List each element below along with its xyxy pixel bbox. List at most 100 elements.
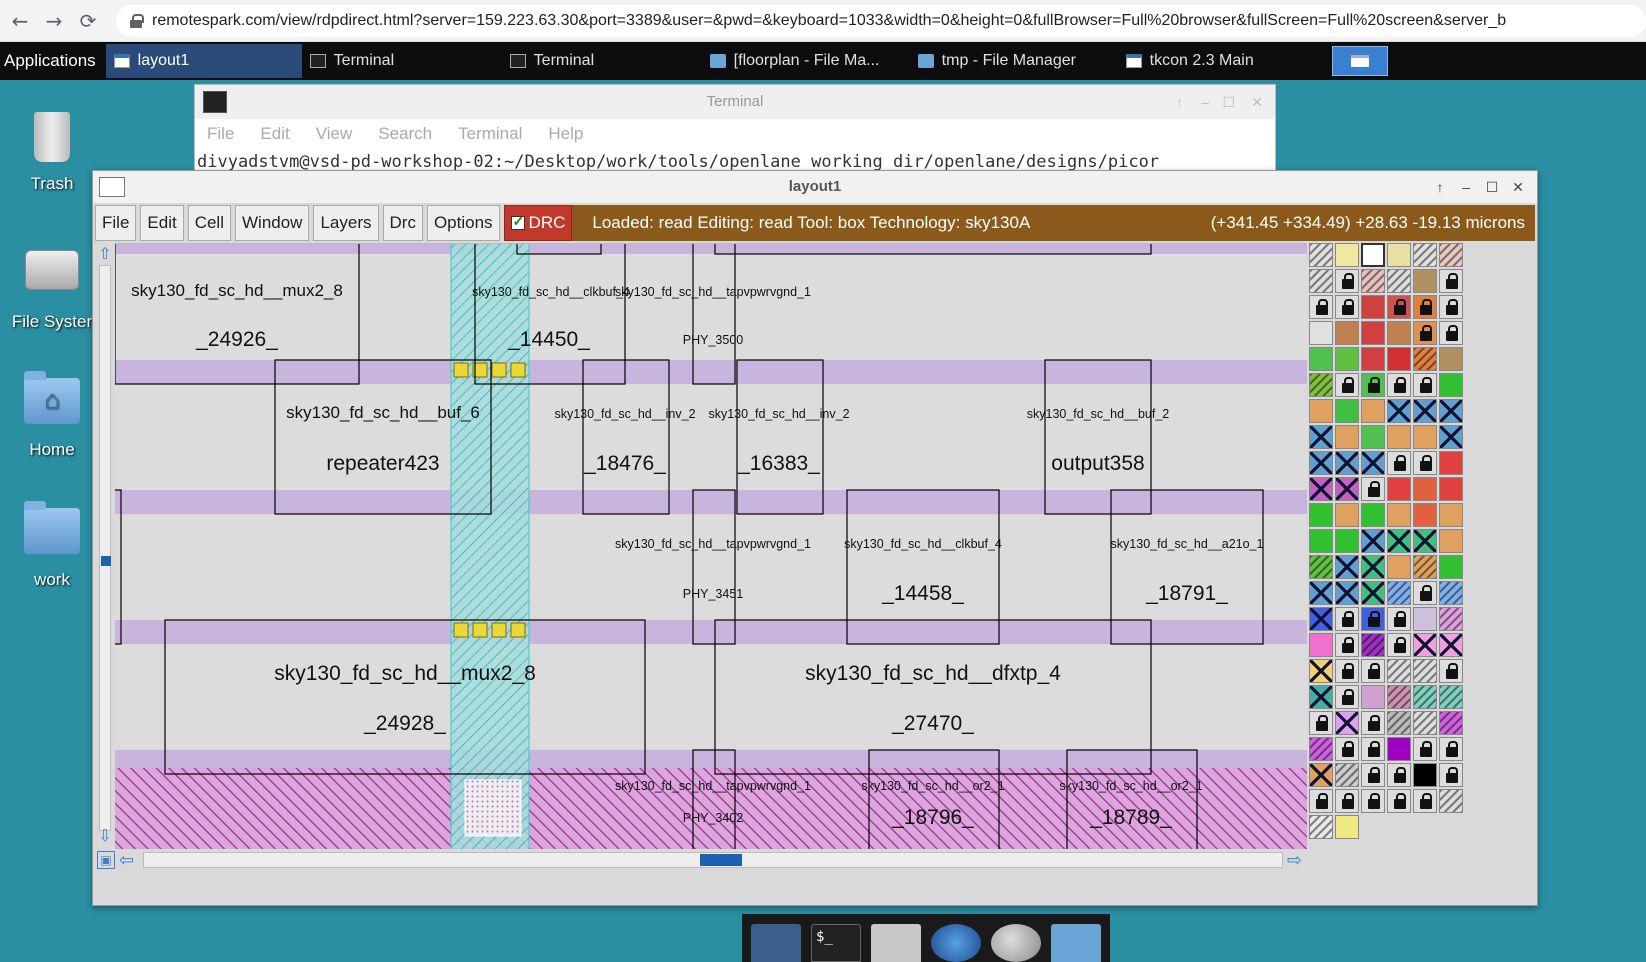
layer-lock-icon[interactable] xyxy=(1361,763,1385,787)
layer-lock-icon[interactable] xyxy=(1387,607,1411,631)
layer-lock-icon[interactable] xyxy=(1439,269,1463,293)
layer-lock-icon[interactable] xyxy=(1335,607,1359,631)
task-terminal-1[interactable]: Terminal xyxy=(302,44,502,78)
layer-swatch[interactable] xyxy=(1361,581,1385,605)
layer-swatch[interactable] xyxy=(1335,425,1359,449)
layer-swatch[interactable] xyxy=(1361,399,1385,423)
layout-titlebar[interactable]: layout1 ↑ – ☐ ✕ xyxy=(93,171,1537,203)
layer-swatch[interactable] xyxy=(1413,711,1437,735)
menu-drc[interactable]: Drc xyxy=(382,205,423,241)
menu-edit[interactable]: Edit xyxy=(140,205,184,241)
layer-lock-icon[interactable] xyxy=(1335,373,1359,397)
layer-lock-icon[interactable] xyxy=(1439,737,1463,761)
layer-swatch[interactable] xyxy=(1309,321,1333,345)
layer-lock-icon[interactable] xyxy=(1387,789,1411,813)
layer-swatch[interactable] xyxy=(1413,243,1437,267)
layer-swatch[interactable] xyxy=(1413,347,1437,371)
layer-lock-icon[interactable] xyxy=(1335,737,1359,761)
layer-swatch[interactable] xyxy=(1361,425,1385,449)
folder-icon[interactable] xyxy=(1051,924,1101,962)
layout-window[interactable]: layout1 ↑ – ☐ ✕ File Edit Cell Window La… xyxy=(92,170,1538,906)
layer-swatch[interactable] xyxy=(1439,529,1463,553)
layer-lock-icon[interactable] xyxy=(1335,295,1359,319)
desktop-icon-home[interactable]: Home xyxy=(0,370,104,460)
terminal-icon[interactable]: $_ xyxy=(811,924,861,962)
layer-swatch[interactable] xyxy=(1387,269,1411,293)
menu-window[interactable]: Window xyxy=(235,205,310,241)
layer-swatch[interactable] xyxy=(1387,477,1411,501)
layer-swatch[interactable] xyxy=(1361,633,1385,657)
drc-toggle[interactable]: DRC xyxy=(503,205,573,241)
layer-lock-icon[interactable] xyxy=(1361,607,1385,631)
minimize-icon[interactable]: – xyxy=(1453,175,1479,199)
layer-swatch[interactable] xyxy=(1361,321,1385,345)
layer-lock-icon[interactable] xyxy=(1413,737,1437,761)
task-tkcon[interactable]: tkcon 2.3 Main xyxy=(1118,44,1318,78)
layer-lock-icon[interactable] xyxy=(1413,789,1437,813)
scroll-down-arrow-icon[interactable]: ⇩ xyxy=(96,827,114,845)
applications-menu[interactable]: Applications xyxy=(0,51,106,71)
maximize-icon[interactable]: ☐ xyxy=(1479,175,1505,199)
scroll-right-arrow-icon[interactable]: ⇨ xyxy=(1287,850,1302,871)
layer-swatch[interactable] xyxy=(1439,503,1463,527)
layer-swatch[interactable] xyxy=(1387,581,1411,605)
vertical-scroll-track[interactable] xyxy=(99,265,111,831)
layer-swatch[interactable] xyxy=(1413,503,1437,527)
layer-swatch[interactable] xyxy=(1439,451,1463,475)
layer-lock-icon[interactable] xyxy=(1335,633,1359,657)
terminal-menu-help[interactable]: Help xyxy=(548,124,583,144)
layer-swatch[interactable] xyxy=(1387,503,1411,527)
task-floorplan-file-manager[interactable]: [floorplan - File Ma... xyxy=(702,44,910,78)
layer-swatch[interactable] xyxy=(1387,659,1411,683)
layer-lock-icon[interactable] xyxy=(1309,789,1333,813)
search-icon[interactable] xyxy=(991,924,1041,962)
layer-lock-icon[interactable] xyxy=(1439,763,1463,787)
layer-swatch[interactable] xyxy=(1309,451,1333,475)
layer-swatch[interactable] xyxy=(1335,763,1359,787)
menu-cell[interactable]: Cell xyxy=(187,205,231,241)
maximize-icon[interactable]: ☐ xyxy=(1222,85,1235,119)
layer-lock-icon[interactable] xyxy=(1335,789,1359,813)
layer-lock-icon[interactable] xyxy=(1361,659,1385,683)
layer-swatch[interactable] xyxy=(1309,477,1333,501)
layer-swatch[interactable] xyxy=(1387,399,1411,423)
layer-swatch[interactable] xyxy=(1413,477,1437,501)
horizontal-scroll-track[interactable] xyxy=(143,852,1283,868)
workspace-switcher[interactable] xyxy=(1331,46,1388,76)
layer-lock-icon[interactable] xyxy=(1387,451,1411,475)
layer-swatch[interactable] xyxy=(1309,763,1333,787)
layer-swatch[interactable] xyxy=(1361,555,1385,579)
task-layout1[interactable]: layout1 xyxy=(105,44,302,78)
layer-swatch[interactable] xyxy=(1387,347,1411,371)
layer-swatch[interactable] xyxy=(1361,451,1385,475)
layer-swatch[interactable] xyxy=(1335,321,1359,345)
layer-swatch[interactable] xyxy=(1413,763,1437,787)
layer-swatch[interactable] xyxy=(1439,243,1463,267)
reload-icon[interactable]: ⟳ xyxy=(74,7,102,35)
layer-lock-icon[interactable] xyxy=(1387,295,1411,319)
layer-swatch[interactable] xyxy=(1361,685,1385,709)
layer-lock-icon[interactable] xyxy=(1413,373,1437,397)
layer-swatch[interactable] xyxy=(1439,347,1463,371)
terminal-menu-edit[interactable]: Edit xyxy=(260,124,289,144)
task-terminal-2[interactable]: Terminal xyxy=(502,44,702,78)
scroll-left-arrow-icon[interactable]: ⇦ xyxy=(119,850,134,871)
layer-swatch[interactable] xyxy=(1361,295,1385,319)
layer-swatch[interactable] xyxy=(1335,477,1359,501)
layer-swatch[interactable] xyxy=(1335,555,1359,579)
layer-swatch[interactable] xyxy=(1413,607,1437,631)
layer-palette[interactable] xyxy=(1309,243,1465,843)
layer-swatch[interactable] xyxy=(1361,243,1385,267)
layer-lock-icon[interactable] xyxy=(1413,581,1437,605)
layer-lock-icon[interactable] xyxy=(1361,373,1385,397)
layer-swatch[interactable] xyxy=(1439,789,1463,813)
file-manager-icon[interactable] xyxy=(871,924,921,962)
layer-lock-icon[interactable] xyxy=(1309,711,1333,735)
back-arrow-icon[interactable]: ← xyxy=(6,7,34,35)
layer-swatch[interactable] xyxy=(1439,477,1463,501)
layer-lock-icon[interactable] xyxy=(1387,763,1411,787)
layer-swatch[interactable] xyxy=(1335,243,1359,267)
close-icon[interactable]: ✕ xyxy=(1251,85,1263,119)
layer-lock-icon[interactable] xyxy=(1361,789,1385,813)
terminal-titlebar[interactable]: Terminal ↑ – ☐ ✕ xyxy=(195,85,1275,119)
